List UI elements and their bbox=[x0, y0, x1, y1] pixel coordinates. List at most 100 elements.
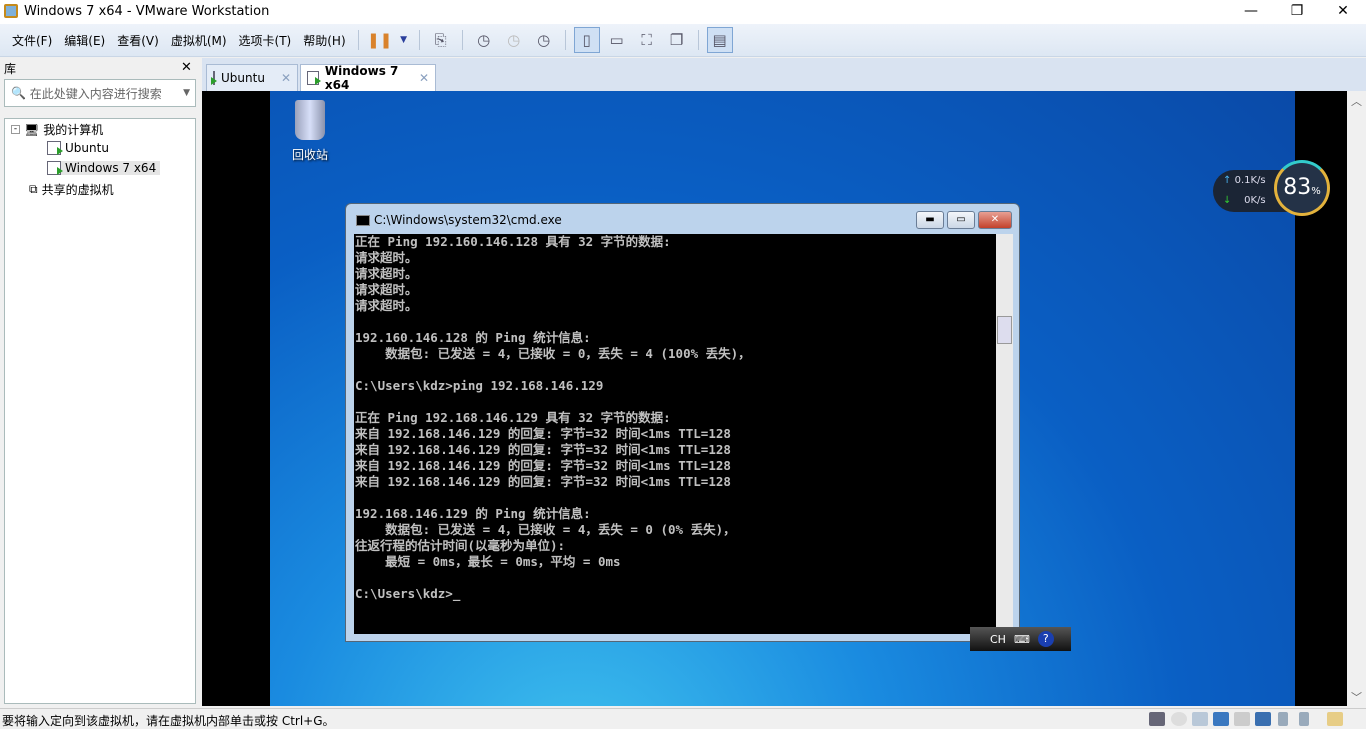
close-tab-icon[interactable]: ✕ bbox=[419, 71, 429, 85]
tree-label: 我的计算机 bbox=[43, 123, 104, 137]
cmd-maximize-button[interactable]: ▭ bbox=[947, 211, 975, 229]
menu-edit[interactable]: 编辑(E) bbox=[58, 32, 111, 49]
console-line: 最短 = 0ms，最长 = 0ms，平均 = 0ms bbox=[355, 554, 621, 569]
upload-arrow-icon: ↑ bbox=[1223, 175, 1232, 186]
snapshot-take-icon[interactable]: ◷ bbox=[471, 27, 497, 53]
cmd-close-button[interactable]: ✕ bbox=[978, 211, 1012, 229]
console-line: C:\Users\kdz>ping 192.168.146.129 bbox=[355, 378, 604, 393]
computer-icon: 🖥 bbox=[24, 122, 40, 137]
status-bar: 要将输入定向到该虚拟机，请在虚拟机内部单击或按 Ctrl+G。 bbox=[0, 708, 1366, 728]
send-ctrl-alt-del-icon[interactable]: ⎘ bbox=[428, 27, 454, 53]
cd-dvd-icon[interactable] bbox=[1171, 712, 1187, 726]
memory-gauge[interactable]: 83% bbox=[1274, 160, 1330, 216]
gauge-value: 83 bbox=[1283, 175, 1312, 200]
divider bbox=[418, 30, 420, 50]
tree-item-my-computer[interactable]: - 🖥 我的计算机 bbox=[11, 121, 103, 138]
close-tab-icon[interactable]: ✕ bbox=[281, 71, 291, 85]
menu-tabs[interactable]: 选项卡(T) bbox=[233, 32, 298, 49]
vm-icon bbox=[307, 71, 321, 85]
maximize-button[interactable]: ❐ bbox=[1274, 0, 1320, 24]
help-icon[interactable]: ? bbox=[1037, 631, 1054, 647]
search-icon: 🔍 bbox=[11, 86, 30, 100]
minimize-button[interactable]: — bbox=[1228, 0, 1274, 24]
console-line: 192.160.146.128 的 Ping 统计信息: bbox=[355, 330, 591, 345]
console-line: C:\Users\kdz>_ bbox=[355, 586, 461, 601]
tree-item-shared[interactable]: ⧉ 共享的虚拟机 bbox=[29, 181, 114, 198]
recycle-bin[interactable]: 回收站 bbox=[290, 100, 330, 163]
console-line: 请求超时。 bbox=[355, 266, 418, 281]
tab-ubuntu[interactable]: Ubuntu ✕ bbox=[206, 64, 298, 91]
snapshot-manager-icon[interactable]: ◷ bbox=[531, 27, 557, 53]
ime-label[interactable]: CH bbox=[990, 633, 1006, 646]
menu-file[interactable]: 文件(F) bbox=[6, 32, 58, 49]
usb-icon[interactable] bbox=[1278, 712, 1288, 726]
download-arrow-icon: ↓ bbox=[1223, 195, 1232, 206]
scroll-thumb[interactable] bbox=[997, 316, 1012, 344]
vm-icon bbox=[47, 161, 63, 175]
network-adapter-icon[interactable] bbox=[1213, 712, 1229, 726]
console-line: 请求超时。 bbox=[355, 282, 418, 297]
tree-item-windows7[interactable]: Windows 7 x64 bbox=[47, 161, 161, 175]
language-bar[interactable]: CH ⌨? bbox=[970, 627, 1071, 651]
title-bar: Windows 7 x64 - VMware Workstation — ❐ ✕ bbox=[0, 0, 1366, 24]
usb-icon[interactable] bbox=[1299, 712, 1309, 726]
library-title: 库 bbox=[4, 62, 17, 76]
menu-view[interactable]: 查看(V) bbox=[111, 32, 165, 49]
chevron-down-icon[interactable]: ▼ bbox=[183, 88, 190, 98]
floppy-icon[interactable] bbox=[1192, 712, 1208, 726]
console-output[interactable]: 正在 Ping 192.160.146.128 具有 32 字节的数据: 请求超时… bbox=[354, 234, 996, 634]
cmd-minimize-button[interactable]: ▬ bbox=[916, 211, 944, 229]
console-view-icon[interactable]: ▤ bbox=[706, 27, 733, 53]
chevron-down-icon[interactable]: ▼ bbox=[397, 27, 411, 53]
upload-speed: 0.1K/s bbox=[1234, 175, 1266, 186]
library-close-button[interactable]: ✕ bbox=[181, 60, 192, 75]
console-line: 请求超时。 bbox=[355, 298, 418, 313]
cmd-title: C:\Windows\system32\cmd.exe bbox=[374, 213, 562, 227]
notes-icon[interactable] bbox=[1327, 712, 1343, 726]
printer-icon[interactable] bbox=[1234, 712, 1250, 726]
cmd-icon bbox=[356, 215, 370, 226]
menu-bar: 文件(F) 编辑(E) 查看(V) 虚拟机(M) 选项卡(T) 帮助(H) ❚❚… bbox=[0, 24, 1366, 57]
hard-disk-icon[interactable] bbox=[1149, 712, 1165, 726]
library-search-input[interactable]: 🔍 在此处键入内容进行搜索 ▼ bbox=[4, 79, 196, 107]
console-line: 数据包: 已发送 = 4，已接收 = 0，丢失 = 4 (100% 丢失)， bbox=[355, 346, 751, 361]
console-line: 正在 Ping 192.168.146.129 具有 32 字节的数据: bbox=[355, 410, 671, 425]
tree-label: 共享的虚拟机 bbox=[41, 183, 114, 197]
gauge-unit: % bbox=[1311, 186, 1321, 197]
menu-help[interactable]: 帮助(H) bbox=[297, 32, 351, 49]
console-scrollbar[interactable] bbox=[996, 234, 1013, 634]
fullscreen-icon[interactable]: ⛶ bbox=[634, 27, 660, 53]
tab-label: Windows 7 x64 bbox=[324, 64, 399, 92]
menu-vm[interactable]: 虚拟机(M) bbox=[165, 32, 233, 49]
tree-item-ubuntu[interactable]: Ubuntu bbox=[47, 141, 109, 155]
recycle-bin-label: 回收站 bbox=[291, 148, 328, 162]
snapshot-revert-icon[interactable]: ◷ bbox=[501, 27, 527, 53]
pause-icon[interactable]: ❚❚ bbox=[367, 27, 393, 53]
divider bbox=[697, 30, 699, 50]
console-line: 来自 192.168.146.129 的回复: 字节=32 时间<1ms TTL… bbox=[355, 458, 731, 473]
thumbnail-bar-icon[interactable]: ▭ bbox=[604, 27, 630, 53]
console-line: 来自 192.168.146.129 的回复: 字节=32 时间<1ms TTL… bbox=[355, 442, 731, 457]
show-library-icon[interactable]: ▯ bbox=[573, 27, 600, 53]
chevron-down-icon[interactable]: ﹀ bbox=[1347, 689, 1366, 705]
cmd-window[interactable]: C:\Windows\system32\cmd.exe ▬ ▭ ✕ 正在 Pin… bbox=[345, 203, 1020, 642]
tab-windows7[interactable]: Windows 7 x64 ✕ bbox=[300, 64, 436, 92]
recycle-bin-icon bbox=[295, 100, 325, 140]
download-speed: 0K/s bbox=[1244, 195, 1266, 206]
divider bbox=[357, 30, 359, 50]
vm-scrollbar[interactable]: ︿ ﹀ bbox=[1347, 91, 1366, 706]
tree-label: Windows 7 x64 bbox=[65, 161, 157, 175]
close-button[interactable]: ✕ bbox=[1320, 0, 1366, 24]
library-panel: 库 ✕ 🔍 在此处键入内容进行搜索 ▼ - 🖥 我的计算机 Ubuntu Windo… bbox=[0, 58, 198, 706]
sound-card-icon[interactable] bbox=[1255, 712, 1271, 726]
collapse-icon[interactable]: - bbox=[11, 125, 20, 134]
unity-icon[interactable]: ❐ bbox=[664, 27, 690, 53]
chevron-up-icon[interactable]: ︿ bbox=[1347, 93, 1366, 109]
status-message: 要将输入定向到该虚拟机，请在虚拟机内部单击或按 Ctrl+G。 bbox=[2, 714, 335, 728]
keyboard-icon[interactable]: ⌨ bbox=[1014, 633, 1030, 646]
vm-icon bbox=[211, 71, 218, 85]
